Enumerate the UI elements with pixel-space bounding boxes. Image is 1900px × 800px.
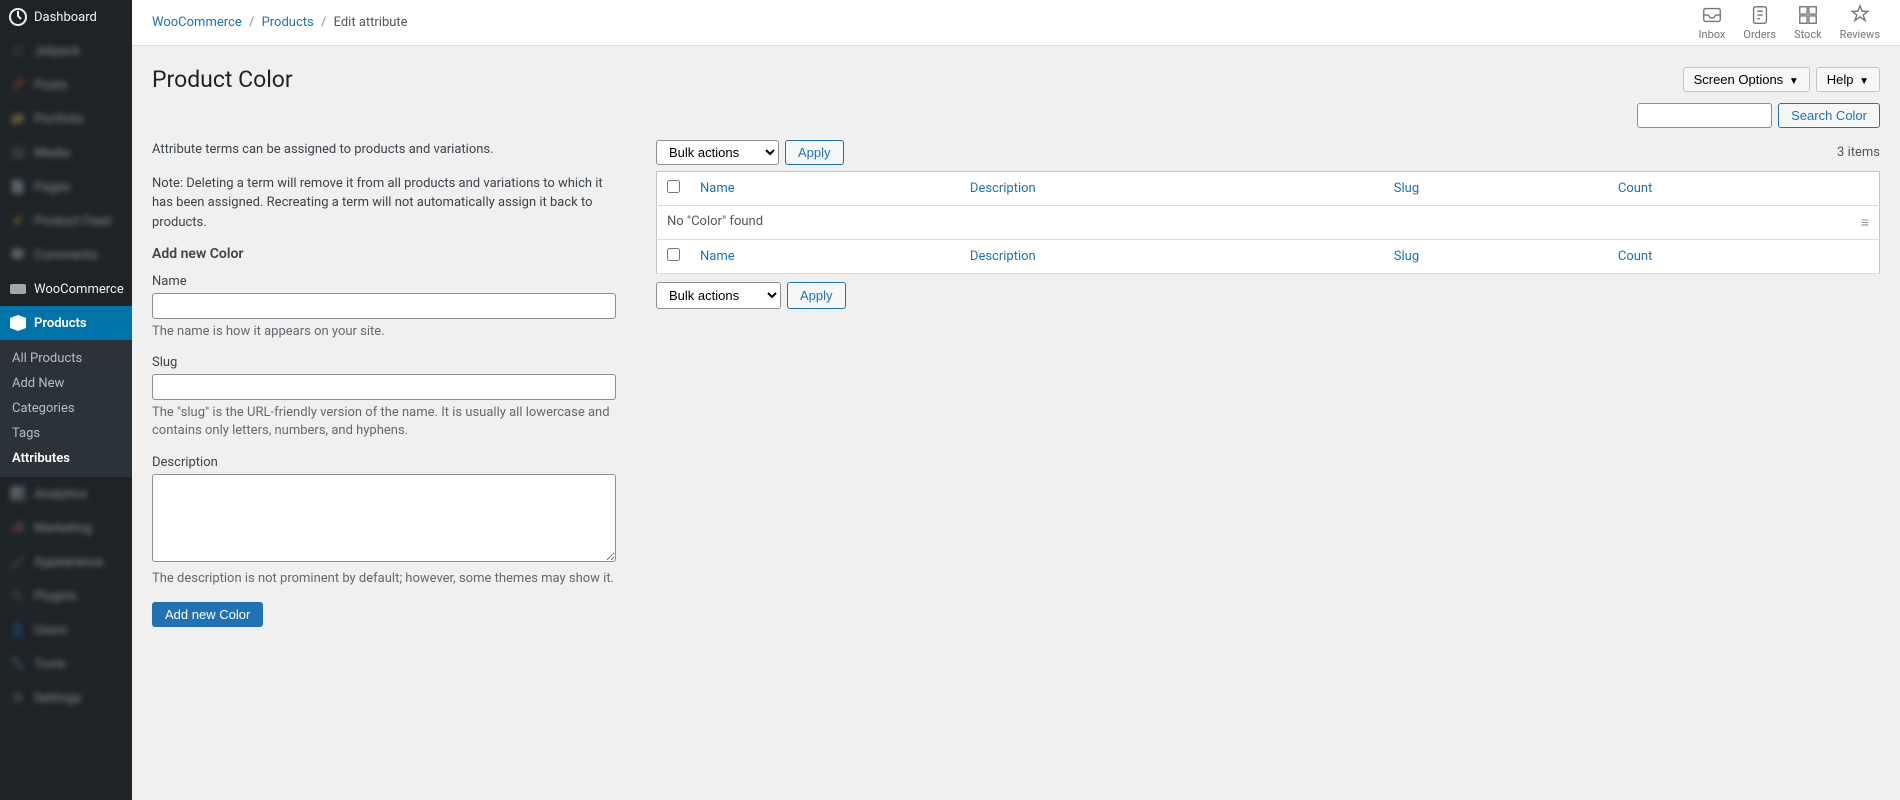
col-slug[interactable]: Slug xyxy=(1394,181,1419,196)
products-submenu: All Products Add New Categories Tags Att… xyxy=(0,340,132,477)
sidebar-item-woocommerce[interactable]: WooCommerce xyxy=(0,272,132,306)
dashboard-icon xyxy=(8,7,28,27)
description-label: Description xyxy=(152,455,616,470)
sidebar-item-blurred[interactable]: 📣Marketing xyxy=(0,511,132,545)
col-name[interactable]: Name xyxy=(700,181,735,196)
sidebar-item-blurred[interactable]: 🖼Media xyxy=(0,136,132,170)
breadcrumb-products[interactable]: Products xyxy=(262,15,314,30)
search-button[interactable]: Search Color xyxy=(1778,103,1880,128)
sidebar-item-blurred[interactable]: 📄Pages xyxy=(0,170,132,204)
submenu-tags[interactable]: Tags xyxy=(0,421,132,446)
sidebar-item-dashboard[interactable]: Dashboard xyxy=(0,0,132,34)
sidebar-label: Dashboard xyxy=(34,10,97,25)
slug-field[interactable] xyxy=(152,374,616,400)
top-icon-label: Reviews xyxy=(1840,28,1880,41)
col-description-foot[interactable]: Description xyxy=(970,249,1036,264)
top-icon-label: Inbox xyxy=(1699,28,1726,41)
bulk-actions-select-top[interactable]: Bulk actions xyxy=(656,140,779,165)
apply-button-bottom[interactable]: Apply xyxy=(787,282,846,309)
sidebar-item-blurred[interactable]: 🖌Appearance xyxy=(0,545,132,579)
col-name-foot[interactable]: Name xyxy=(700,249,735,264)
products-icon xyxy=(8,313,28,333)
submenu-all-products[interactable]: All Products xyxy=(0,346,132,371)
help-button[interactable]: Help ▼ xyxy=(1816,67,1880,92)
sidebar-item-blurred[interactable]: 📌Posts xyxy=(0,68,132,102)
sidebar-item-blurred[interactable]: ⚙Settings xyxy=(0,681,132,715)
top-icon-label: Orders xyxy=(1743,28,1776,41)
bulk-actions-select-bottom[interactable]: Bulk actions xyxy=(656,282,781,309)
name-field[interactable] xyxy=(152,293,616,319)
sidebar-item-products[interactable]: Products xyxy=(0,306,132,340)
submenu-add-new[interactable]: Add New xyxy=(0,371,132,396)
sidebar-item-blurred[interactable]: 💬Comments xyxy=(0,238,132,272)
select-all-bottom[interactable] xyxy=(667,248,680,261)
items-count: 3 items xyxy=(1837,145,1880,160)
breadcrumb: WooCommerce / Products / Edit attribute xyxy=(152,15,1699,30)
name-help: The name is how it appears on your site. xyxy=(152,323,616,341)
select-all-top[interactable] xyxy=(667,180,680,193)
form-heading: Add new Color xyxy=(152,246,616,262)
drag-icon: ≡ xyxy=(1861,214,1869,231)
sidebar-item-blurred[interactable]: 🔌Plugins xyxy=(0,579,132,613)
topbar: WooCommerce / Products / Edit attribute … xyxy=(132,0,1900,46)
col-slug-foot[interactable]: Slug xyxy=(1394,249,1419,264)
add-term-form: Attribute terms can be assigned to produ… xyxy=(152,140,616,627)
col-description[interactable]: Description xyxy=(970,181,1036,196)
breadcrumb-woocommerce[interactable]: WooCommerce xyxy=(152,15,242,30)
reviews-link[interactable]: Reviews xyxy=(1840,4,1880,41)
sidebar-item-blurred[interactable]: 👤Users xyxy=(0,613,132,647)
col-count-foot[interactable]: Count xyxy=(1618,249,1652,264)
woo-icon xyxy=(8,279,28,299)
slug-help: The "slug" is the URL-friendly version o… xyxy=(152,404,616,440)
name-label: Name xyxy=(152,274,616,289)
slug-label: Slug xyxy=(152,355,616,370)
breadcrumb-current: Edit attribute xyxy=(334,15,408,30)
sidebar-item-blurred[interactable]: ⬡Jetpack xyxy=(0,34,132,68)
screen-options-button[interactable]: Screen Options ▼ xyxy=(1683,67,1810,92)
description-help: The description is not prominent by defa… xyxy=(152,570,616,588)
submenu-categories[interactable]: Categories xyxy=(0,396,132,421)
intro-text: Attribute terms can be assigned to produ… xyxy=(152,140,616,160)
apply-button-top[interactable]: Apply xyxy=(785,140,844,165)
sidebar-label: Products xyxy=(34,316,87,331)
sidebar-item-blurred[interactable]: ⚡Product Feed xyxy=(0,204,132,238)
orders-link[interactable]: Orders xyxy=(1743,4,1776,41)
submenu-attributes[interactable]: Attributes xyxy=(0,446,132,471)
add-new-color-button[interactable]: Add new Color xyxy=(152,602,263,627)
no-items-text: No "Color" found xyxy=(667,214,763,229)
page-title: Product Color xyxy=(152,66,293,93)
admin-sidebar: Dashboard ⬡Jetpack 📌Posts 📁Portfolio 🖼Me… xyxy=(0,0,132,800)
table-row-empty: No "Color" found ≡ xyxy=(657,206,1880,240)
sidebar-label: WooCommerce xyxy=(34,282,124,297)
intro-note: Note: Deleting a term will remove it fro… xyxy=(152,174,616,233)
search-input[interactable] xyxy=(1637,103,1772,128)
sidebar-item-blurred[interactable]: 📊Analytics xyxy=(0,477,132,511)
sidebar-item-blurred[interactable]: 📁Portfolio xyxy=(0,102,132,136)
top-icon-label: Stock xyxy=(1794,28,1822,41)
col-count[interactable]: Count xyxy=(1618,181,1652,196)
terms-table: Name Description Slug Count No "Color" f… xyxy=(656,171,1880,274)
stock-link[interactable]: Stock xyxy=(1794,4,1822,41)
description-field[interactable] xyxy=(152,474,616,562)
inbox-link[interactable]: Inbox xyxy=(1699,4,1726,41)
sidebar-item-blurred[interactable]: 🔧Tools xyxy=(0,647,132,681)
